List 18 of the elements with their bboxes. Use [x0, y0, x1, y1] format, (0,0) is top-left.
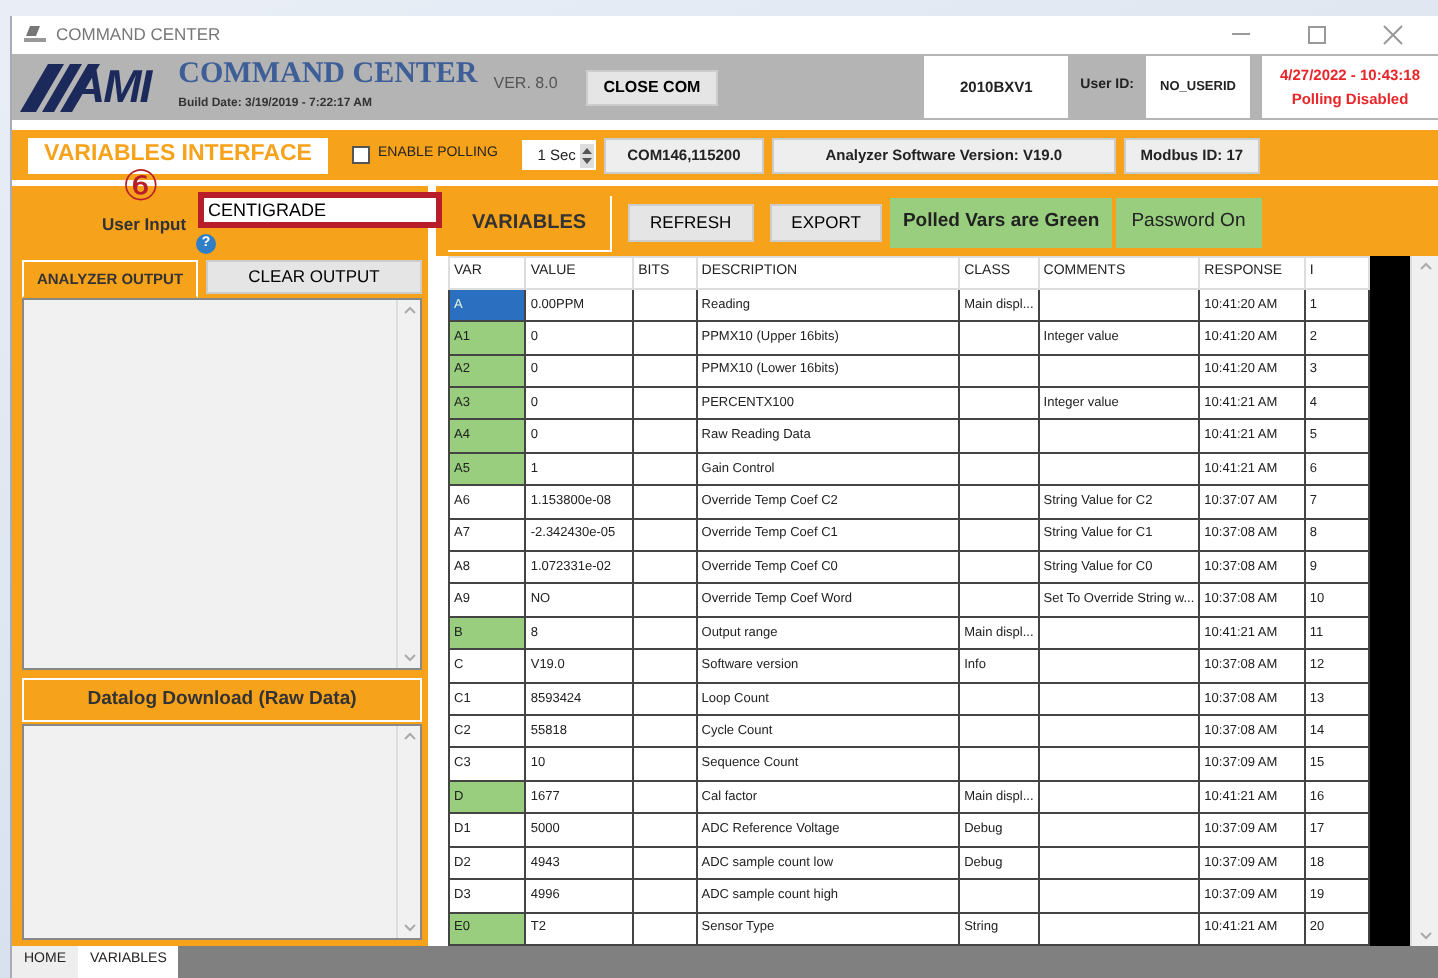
- user-input-field[interactable]: CENTIGRADE: [198, 192, 443, 228]
- variables-title: VARIABLES: [448, 195, 613, 251]
- app-icon: [24, 26, 46, 44]
- clear-output-button[interactable]: CLEAR OUTPUT: [206, 259, 422, 295]
- password-status: Password On: [1115, 198, 1262, 248]
- window-title: COMMAND CENTER: [56, 22, 221, 48]
- version-label: VER. 8.0: [493, 72, 558, 96]
- polled-legend: Polled Vars are Green: [890, 198, 1112, 248]
- toolbar-button[interactable]: EXPORT: [769, 204, 883, 242]
- polling-checkbox[interactable]: [352, 146, 370, 164]
- close-icon: [1382, 24, 1404, 46]
- app-name: COMMAND CENTER: [178, 60, 478, 94]
- user-input-label: User Input: [102, 214, 187, 234]
- maximize-icon: [1306, 24, 1328, 46]
- close-com-button[interactable]: CLOSE COM: [585, 69, 719, 105]
- spinner-arrows-icon: [579, 143, 594, 167]
- toolbar-button[interactable]: REFRESH: [628, 204, 754, 242]
- datalog-title: Datalog Download (Raw Data): [22, 678, 422, 723]
